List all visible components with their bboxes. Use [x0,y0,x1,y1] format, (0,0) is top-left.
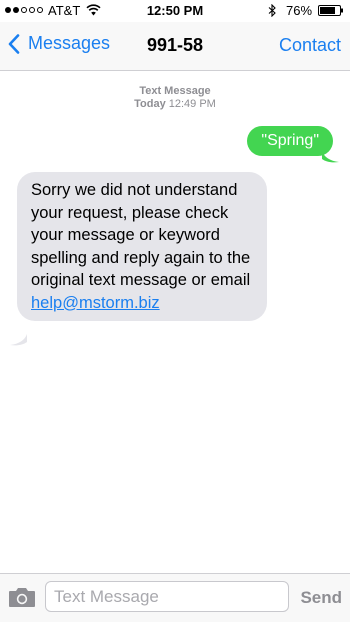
message-time-label: 12:49 PM [168,98,216,110]
message-text-field[interactable] [45,581,289,612]
battery-icon [318,5,343,16]
conversation-area[interactable]: Text Message Today 12:49 PM "Spring" Sor… [0,71,350,573]
camera-icon[interactable] [8,586,36,608]
message-type-label: Text Message [139,85,211,97]
message-day-label: Today [134,98,166,110]
message-timestamp-header: Text Message Today 12:49 PM [0,85,350,111]
status-bar: AT&T 12:50 PM 76% [0,0,350,22]
battery-percent: 76% [286,3,313,18]
bluetooth-icon [268,4,276,17]
outgoing-bubble-tail [322,151,339,163]
incoming-message-bubble[interactable]: Sorry we did not understand your request… [17,172,267,321]
message-input-bar: Send [0,573,350,622]
outgoing-message-text: "Spring" [261,132,319,149]
navigation-bar: Messages 991-58 Contact [0,22,350,71]
incoming-message-text: Sorry we did not understand your request… [31,181,251,289]
incoming-bubble-tail [10,334,27,346]
contact-button[interactable]: Contact [279,35,341,56]
send-button[interactable]: Send [300,588,342,608]
email-link[interactable]: help@mstorm.biz [31,294,160,312]
outgoing-message-bubble[interactable]: "Spring" [247,126,333,156]
